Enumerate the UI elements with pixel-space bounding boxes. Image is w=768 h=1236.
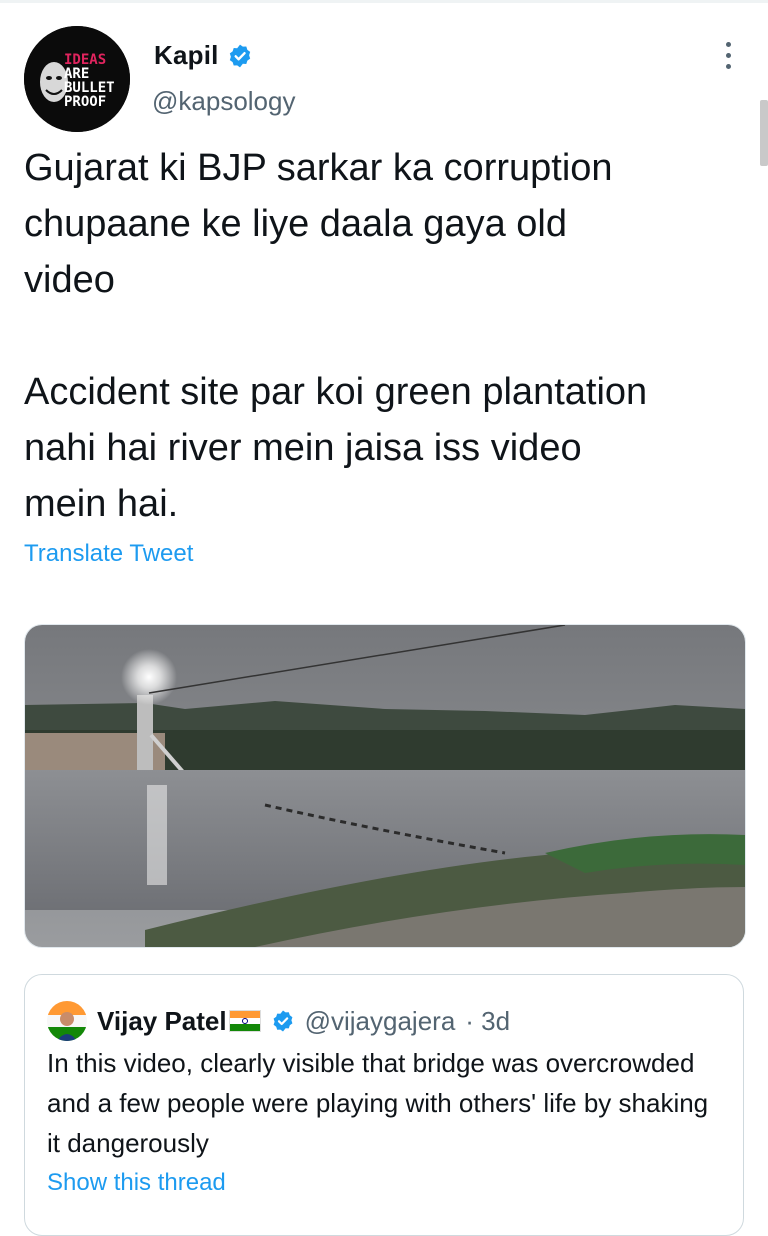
india-flag-icon <box>228 1010 261 1032</box>
author-name[interactable]: Kapil <box>154 40 219 71</box>
quoted-author-name[interactable]: Vijay Patel <box>97 1006 227 1037</box>
video-thumbnail-image <box>25 625 745 947</box>
author-handle[interactable]: @kapsology <box>152 86 295 117</box>
scrollbar-thumb[interactable] <box>760 100 768 166</box>
verified-badge-icon <box>227 43 253 69</box>
quoted-tweet-timestamp[interactable]: · 3d <box>465 1006 510 1037</box>
quoted-verified-badge-icon <box>271 1009 295 1033</box>
more-options-icon[interactable] <box>724 42 732 74</box>
quoted-author-handle[interactable]: @vijaygajera <box>305 1006 456 1037</box>
quoted-author-avatar[interactable] <box>47 1001 87 1041</box>
tweet-text: Gujarat ki BJP sarkar ka corruption chup… <box>24 147 648 525</box>
quoted-tweet-header: Vijay Patel @vijaygajera · 3d <box>47 1001 510 1041</box>
show-thread-link[interactable]: Show this thread <box>47 1169 226 1197</box>
avatar-image: IDEAS ARE BULLET PROOF <box>24 26 130 132</box>
avatar-text-line-4: PROOF <box>64 94 106 110</box>
translate-tweet-link[interactable]: Translate Tweet <box>24 540 193 568</box>
top-divider <box>0 0 768 3</box>
tweet-media-video[interactable] <box>24 624 746 948</box>
author-name-row: Kapil <box>154 40 253 71</box>
quoted-tweet-text: In this video, clearly visible that brid… <box>47 1048 709 1158</box>
quoted-tweet-card[interactable]: Vijay Patel @vijaygajera · 3d In this vi… <box>24 974 744 1236</box>
author-avatar[interactable]: IDEAS ARE BULLET PROOF <box>24 26 130 132</box>
